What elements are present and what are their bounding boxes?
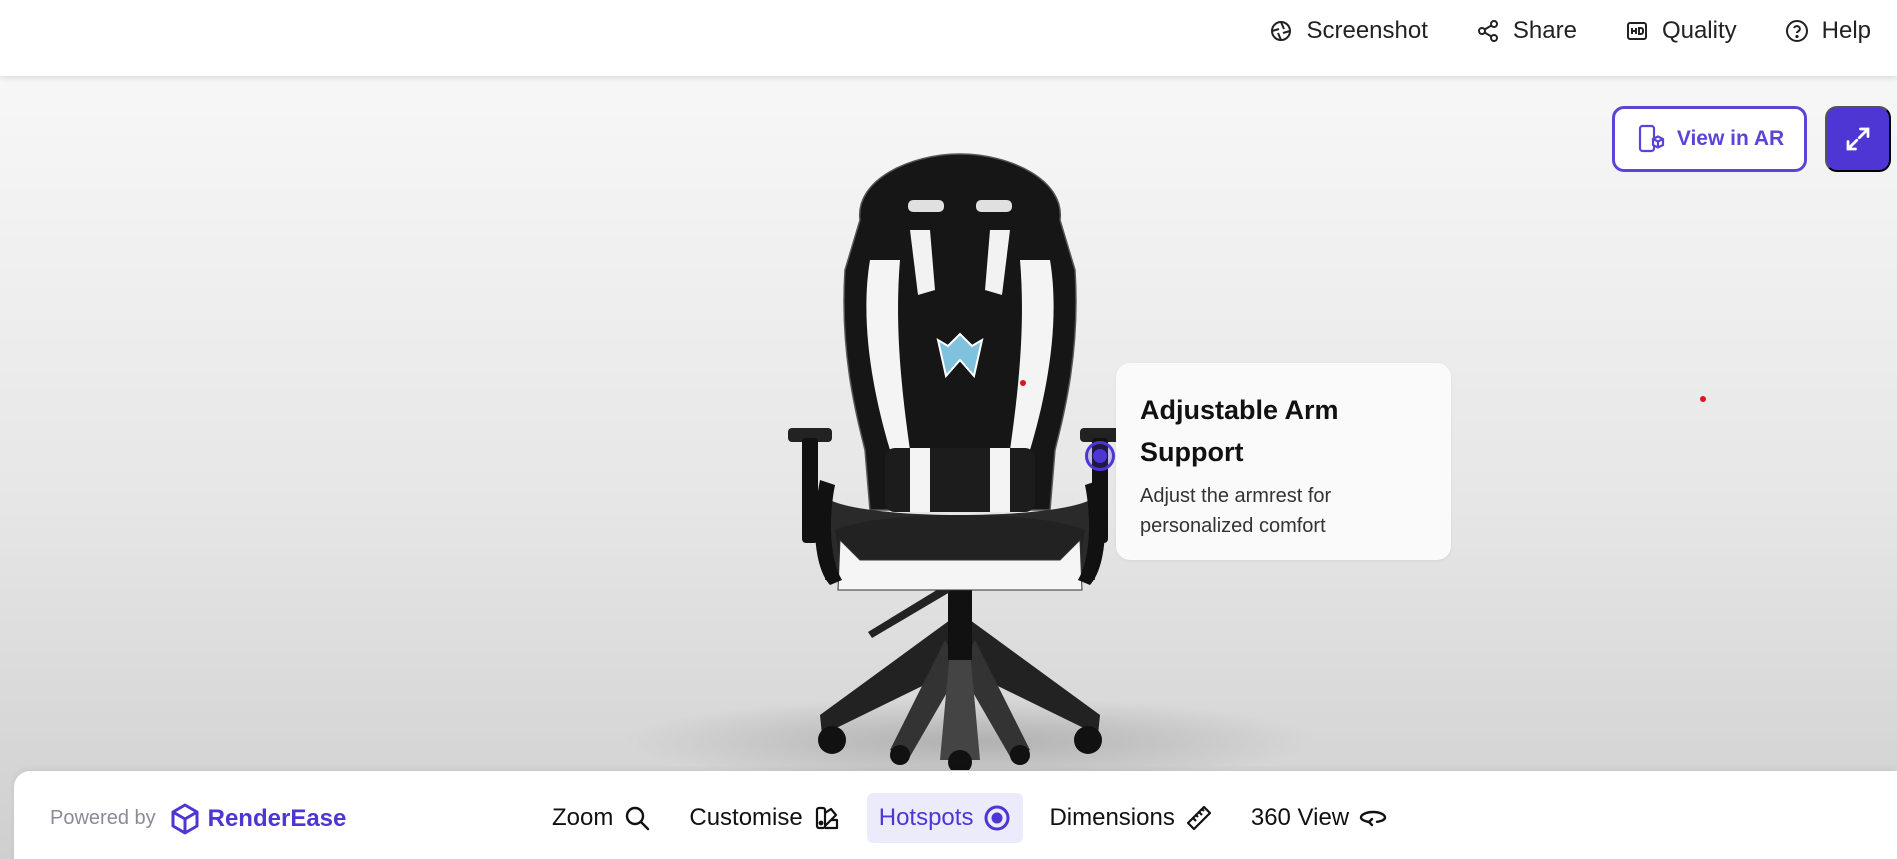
help-circle-icon (1785, 20, 1808, 42)
dimensions-label: Dimensions (1049, 804, 1175, 831)
customise-tool[interactable]: Customise (677, 793, 852, 843)
rotate-360-icon (1359, 810, 1387, 827)
marker-dot (1700, 396, 1706, 402)
top-actions: Screenshot Share Quality Help (1221, 0, 1871, 62)
view-in-ar-label: View in AR (1676, 127, 1785, 150)
fullscreen-button[interactable] (1825, 106, 1891, 172)
top-bar: Screenshot Share Quality Help (0, 0, 1897, 76)
help-button[interactable]: Help (1785, 17, 1871, 45)
screenshot-label: Screenshot (1306, 17, 1428, 44)
share-label: Share (1512, 17, 1577, 44)
bottom-toolbar: Powered by RenderEase Zoom Customise Hot… (14, 771, 1897, 859)
quality-button[interactable]: Quality (1625, 17, 1737, 45)
hotspots-tool[interactable]: Hotspots (866, 793, 1024, 843)
hotspot-description: Adjust the armrest for personalized comf… (1140, 485, 1332, 537)
share-icon (1477, 20, 1498, 42)
powered-by-label: Powered by (50, 807, 156, 829)
hotspots-label: Hotspots (878, 804, 974, 831)
hotspot-title: Adjustable Arm Support (1140, 395, 1339, 467)
brand-logo[interactable]: RenderEase (170, 803, 347, 835)
marker-dot (1020, 380, 1026, 386)
ruler-icon (1186, 805, 1211, 831)
360-view-label: 360 View (1250, 804, 1350, 831)
target-icon (984, 805, 1010, 831)
palette-icon (815, 806, 838, 830)
zoom-tool[interactable]: Zoom (540, 793, 663, 843)
cube-logo-icon (171, 803, 199, 834)
customise-label: Customise (689, 804, 803, 831)
zoom-label: Zoom (552, 804, 614, 831)
powered-by: Powered by RenderEase (50, 771, 346, 859)
360-view-tool[interactable]: 360 View (1239, 793, 1399, 843)
help-label: Help (1821, 17, 1871, 44)
hotspot-arm-support[interactable] (1085, 441, 1115, 471)
hotspot-tooltip: Adjustable Arm Support Adjust the armres… (1116, 363, 1451, 560)
quality-label: Quality (1661, 17, 1737, 44)
search-icon (626, 806, 650, 831)
expand-icon (1846, 127, 1870, 151)
viewer-tools: Zoom Customise Hotspots Dimensions 360 V… (540, 793, 1399, 843)
brand-name: RenderEase (207, 804, 347, 832)
ar-phone-icon (1638, 124, 1664, 153)
dimensions-tool[interactable]: Dimensions (1037, 793, 1224, 843)
camera-aperture-icon (1271, 21, 1292, 41)
share-button[interactable]: Share (1476, 17, 1577, 45)
view-in-ar-button[interactable]: View in AR (1612, 106, 1807, 172)
hd-icon (1626, 22, 1647, 40)
screenshot-button[interactable]: Screenshot (1269, 17, 1428, 45)
